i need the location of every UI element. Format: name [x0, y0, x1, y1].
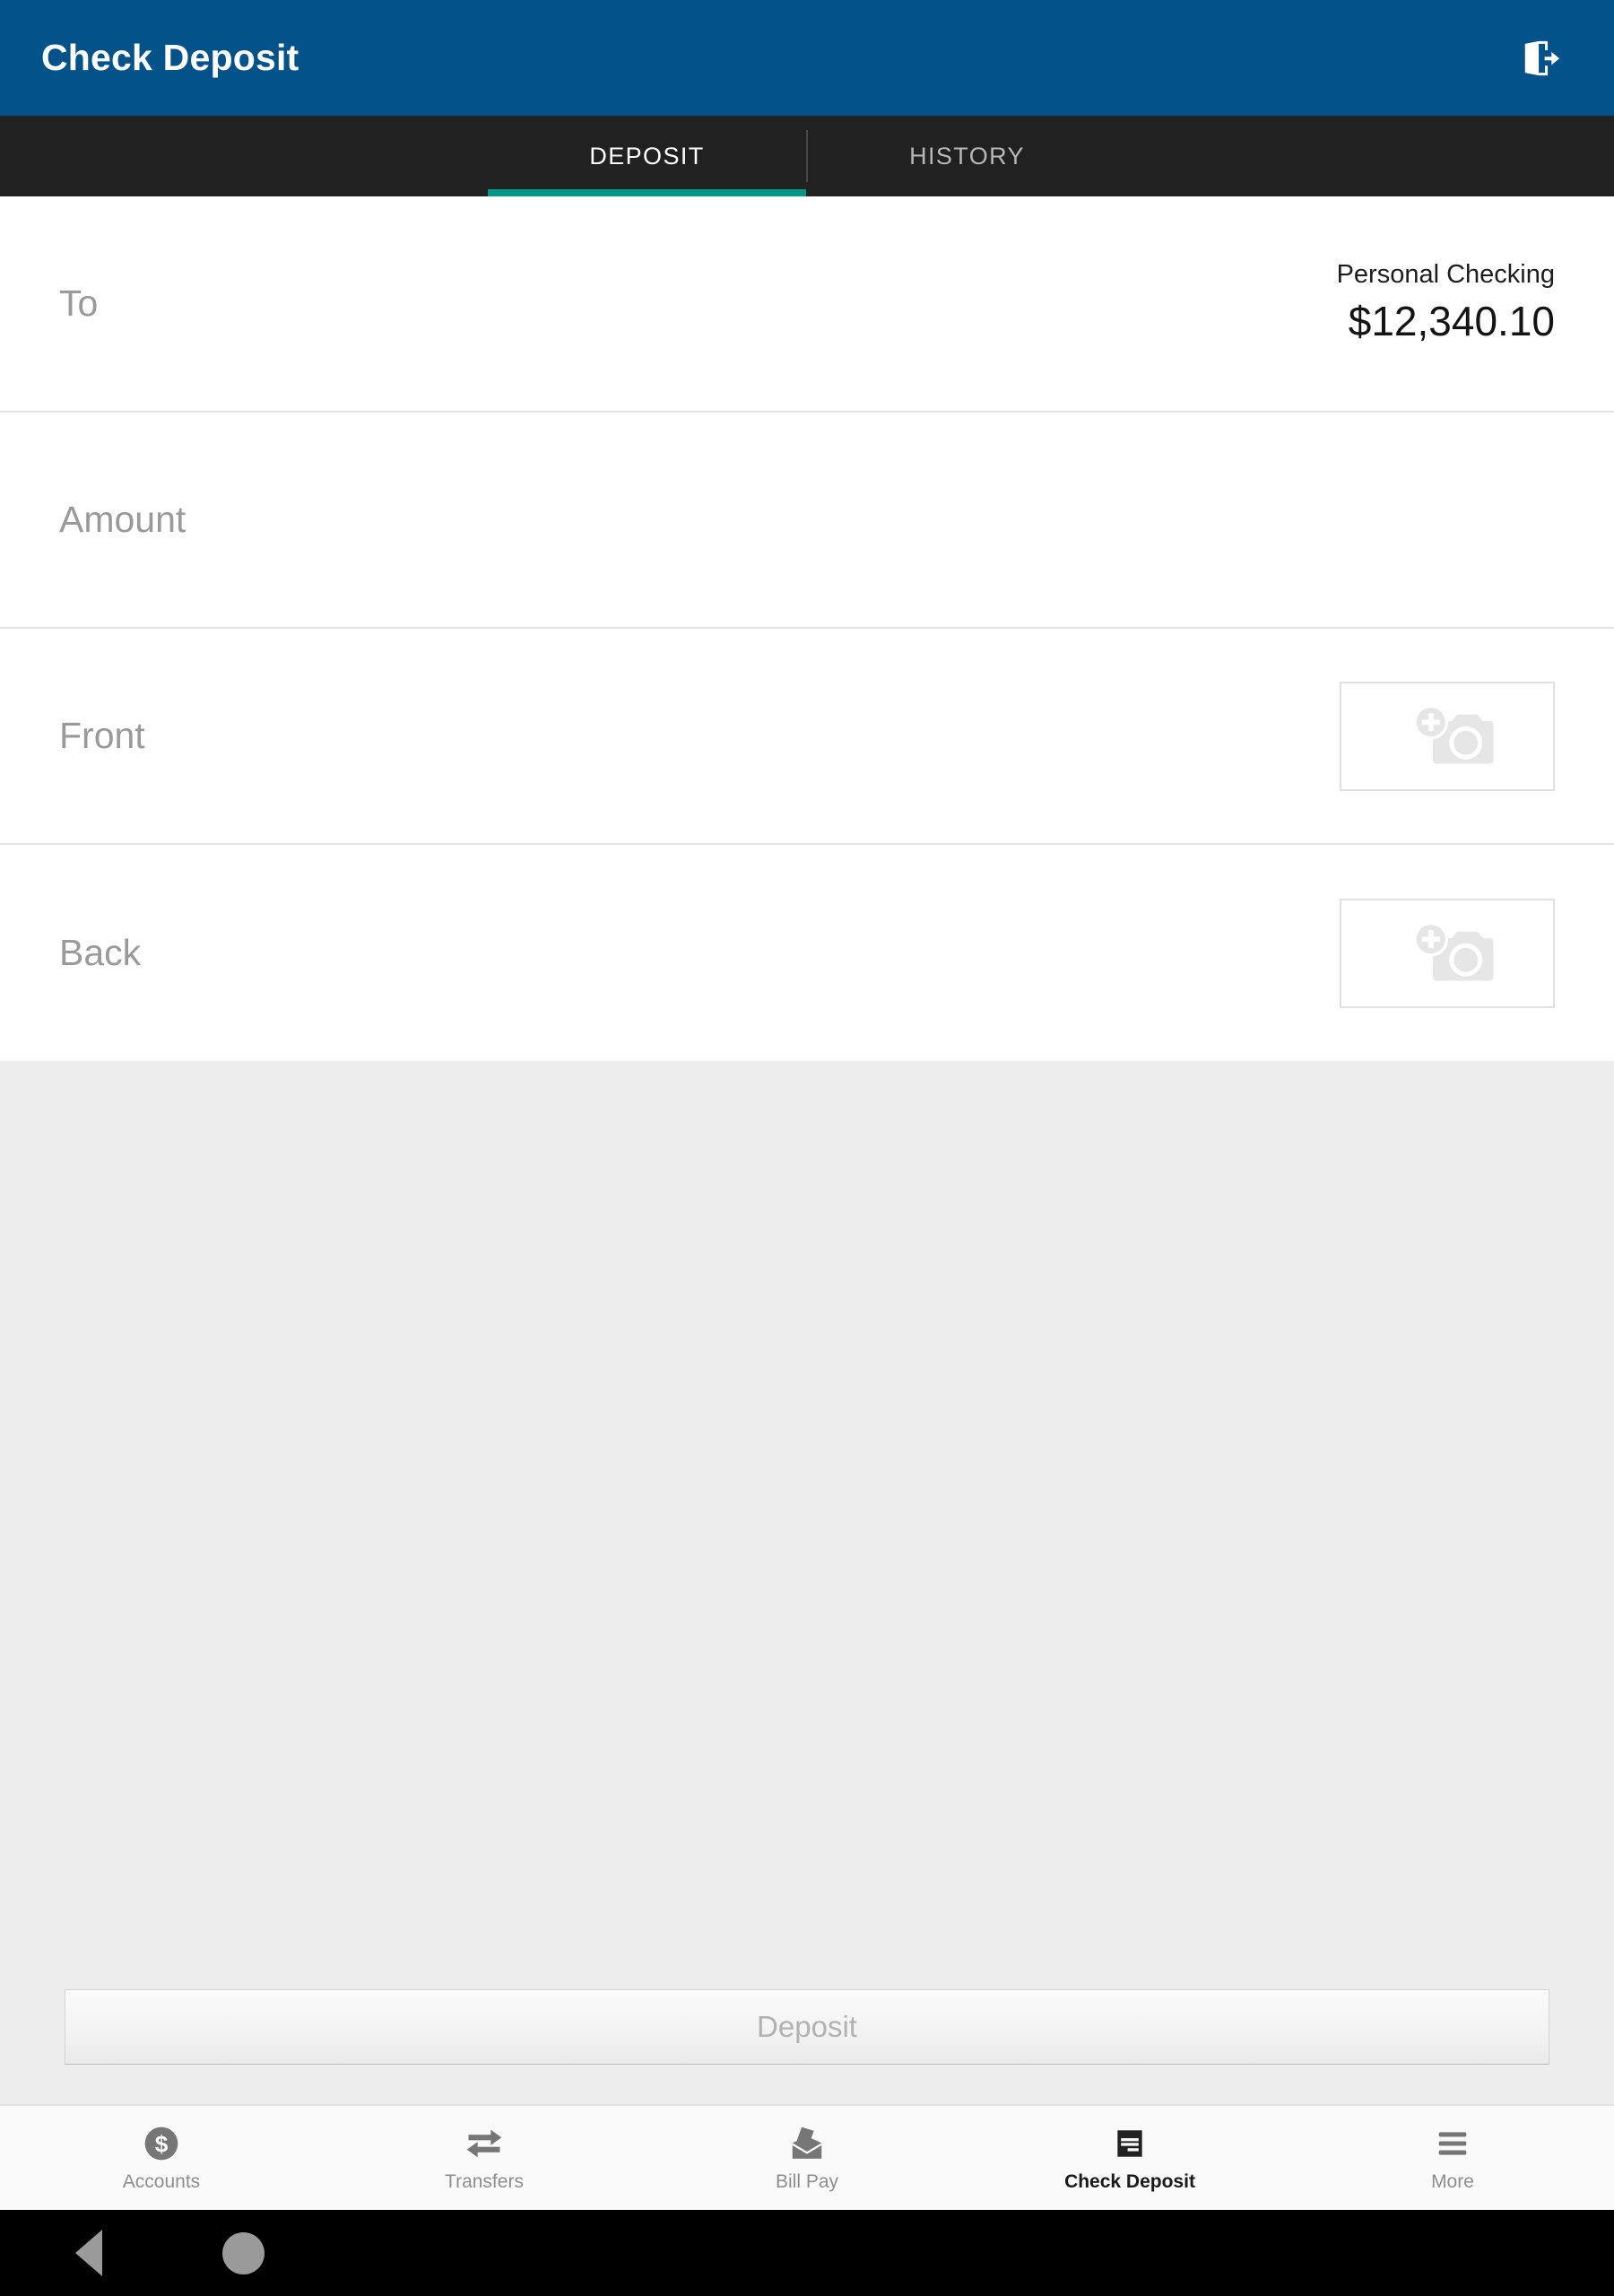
account-balance: $12,340.10 — [1348, 297, 1555, 344]
nav-item-more[interactable]: More — [1291, 2106, 1614, 2210]
app-bar: Check Deposit — [0, 0, 1614, 116]
deposit-button-label: Deposit — [757, 2010, 857, 2043]
hamburger-icon — [1434, 2124, 1471, 2163]
nav-item-transfers[interactable]: Transfers — [323, 2106, 646, 2210]
nav-item-more-label: More — [1431, 2170, 1474, 2192]
system-navigation-bar — [0, 2210, 1614, 2296]
add-photo-camera-icon — [1413, 921, 1494, 980]
deposit-button[interactable]: Deposit — [65, 1989, 1549, 2065]
to-label: To — [59, 283, 99, 324]
nav-item-bill-pay[interactable]: Bill Pay — [646, 2106, 968, 2210]
deposit-action-area: Deposit — [0, 1989, 1614, 2104]
bottom-navigation: $ Accounts Transfers Bill Pay Check Depo… — [0, 2104, 1614, 2210]
field-row-amount[interactable]: Amount — [0, 413, 1614, 629]
nav-item-check-deposit[interactable]: Check Deposit — [968, 2106, 1291, 2210]
tab-history-label: HISTORY — [909, 142, 1025, 170]
app-screen: Check Deposit DEPOSIT HISTORY To Persona… — [0, 0, 1614, 2296]
check-icon — [1111, 2124, 1149, 2163]
tab-history[interactable]: HISTORY — [808, 116, 1126, 196]
transfer-arrows-icon — [464, 2124, 505, 2163]
to-account-selector[interactable]: Personal Checking $12,340.10 — [1337, 258, 1555, 348]
add-photo-camera-icon — [1413, 704, 1494, 763]
envelope-icon — [788, 2124, 826, 2163]
field-row-front: Front — [0, 629, 1614, 845]
back-triangle-icon[interactable] — [75, 2230, 102, 2276]
front-label: Front — [59, 715, 145, 756]
nav-item-accounts-label: Accounts — [122, 2170, 201, 2192]
logout-button[interactable] — [1506, 24, 1575, 92]
deposit-form: To Personal Checking $12,340.10 Amount F… — [0, 196, 1614, 1061]
home-circle-icon[interactable] — [222, 2231, 265, 2274]
account-name: Personal Checking — [1336, 260, 1555, 290]
amount-input[interactable]: Amount — [59, 499, 186, 541]
back-capture-button[interactable] — [1340, 898, 1555, 1008]
tab-bar: DEPOSIT HISTORY — [0, 116, 1614, 196]
page-title: Check Deposit — [41, 37, 299, 78]
tab-deposit[interactable]: DEPOSIT — [488, 116, 806, 196]
nav-item-check-deposit-label: Check Deposit — [1064, 2170, 1195, 2192]
nav-item-bill-pay-label: Bill Pay — [775, 2170, 839, 2192]
back-label: Back — [59, 932, 142, 973]
front-capture-button[interactable] — [1340, 681, 1555, 791]
nav-item-transfers-label: Transfers — [445, 2170, 524, 2192]
tab-deposit-label: DEPOSIT — [589, 142, 705, 170]
dollar-circle-icon: $ — [143, 2124, 180, 2163]
nav-item-accounts[interactable]: $ Accounts — [0, 2106, 323, 2210]
field-row-back: Back — [0, 845, 1614, 1061]
logout-icon — [1524, 40, 1560, 75]
field-row-to[interactable]: To Personal Checking $12,340.10 — [0, 196, 1614, 413]
svg-text:$: $ — [155, 2130, 169, 2157]
content-spacer — [0, 1061, 1614, 1989]
